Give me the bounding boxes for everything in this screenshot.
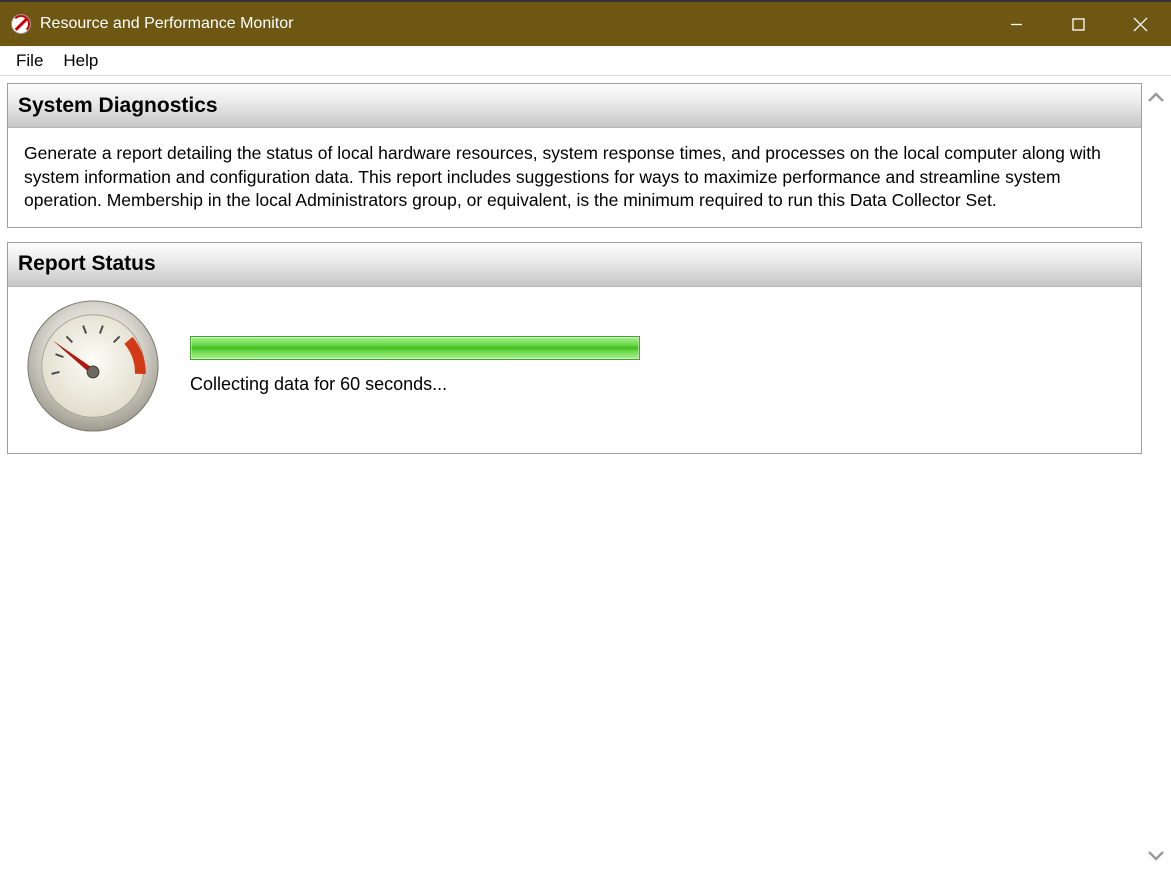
diagnostics-description: Generate a report detailing the status o… [8, 128, 1141, 227]
status-message: Collecting data for 60 seconds... [190, 374, 640, 395]
client-area: System Diagnostics Generate a report det… [0, 76, 1171, 877]
scroll-down-icon[interactable] [1147, 849, 1165, 867]
minimize-button[interactable] [985, 2, 1047, 46]
window-title: Resource and Performance Monitor [40, 15, 293, 33]
app-icon [10, 13, 32, 35]
maximize-button[interactable] [1047, 2, 1109, 46]
progress-bar [190, 336, 640, 360]
scroll-up-icon[interactable] [1147, 90, 1165, 108]
panel-header-system-diagnostics[interactable]: System Diagnostics [8, 84, 1141, 128]
menu-bar: File Help [0, 46, 1171, 76]
panel-title: Report Status [18, 252, 156, 276]
panel-header-report-status[interactable]: Report Status [8, 243, 1141, 287]
panel-report-status: Report Status [7, 242, 1142, 454]
panel-system-diagnostics: System Diagnostics Generate a report det… [7, 83, 1142, 228]
gauge-icon [24, 297, 162, 435]
panel-title: System Diagnostics [18, 94, 218, 118]
menu-file[interactable]: File [6, 48, 53, 74]
close-button[interactable] [1109, 2, 1171, 46]
window-titlebar: Resource and Performance Monitor [0, 0, 1171, 46]
menu-help[interactable]: Help [53, 48, 108, 74]
